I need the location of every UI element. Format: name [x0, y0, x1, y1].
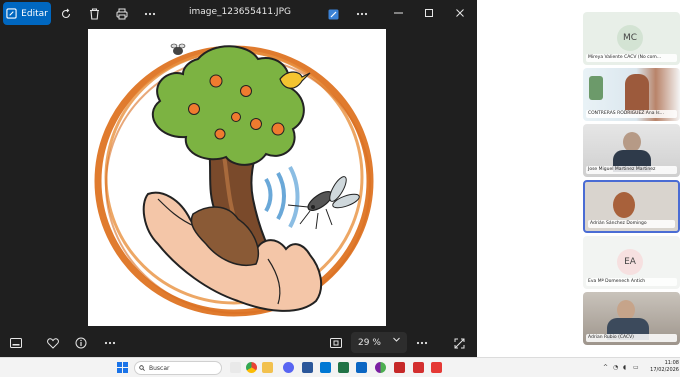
task-view-icon[interactable] [230, 362, 241, 373]
enhance-icon[interactable] [323, 4, 343, 24]
maximize-icon [425, 9, 433, 17]
participant-tile[interactable]: CONTRERAS RODRIGUEZ Ana Is... [583, 68, 680, 121]
close-button[interactable] [449, 3, 471, 23]
participant-name: Adrian Rubio (CACV) [586, 334, 677, 342]
delete-icon[interactable] [84, 4, 104, 24]
more-options-icon-3[interactable] [100, 334, 120, 352]
info-icon[interactable] [71, 334, 91, 352]
file-name: image_123655411.JPG [189, 7, 291, 17]
more-options-icon-4[interactable] [412, 334, 432, 352]
maximize-button[interactable] [418, 3, 440, 23]
speaker-icon[interactable]: ◖ [623, 364, 631, 372]
minimize-button[interactable] [387, 3, 409, 23]
clock-date: 17/02/2026 [650, 367, 679, 373]
participant-tile[interactable]: Adrián Sánchez Domingo [583, 180, 680, 233]
zoom-dropdown[interactable]: 29 % [351, 332, 407, 353]
browser-icon[interactable] [375, 362, 386, 373]
tree-hands-illustration [94, 43, 374, 317]
edit-icon [6, 8, 17, 19]
search-placeholder: Buscar [149, 364, 170, 372]
participant-name: Jose Miguel Martinez Martinez [586, 166, 677, 174]
search-icon [139, 365, 145, 371]
participant-tile[interactable]: Jose Miguel Martinez Martinez [583, 124, 680, 177]
print-icon[interactable] [112, 4, 132, 24]
edit-label: Editar [21, 8, 48, 19]
edit-button[interactable]: Editar [3, 2, 51, 25]
pdf-icon[interactable] [431, 362, 442, 373]
taskbar: Buscar ^ ◔ ◖ ▭ 11:08 17/02/2026 [0, 357, 680, 377]
displayed-image [88, 29, 386, 326]
app-red-icon[interactable] [394, 362, 405, 373]
participant-name: CONTRERAS RODRIGUEZ Ana Is... [586, 110, 677, 118]
acrobat-icon[interactable] [413, 362, 424, 373]
taskbar-search[interactable]: Buscar [134, 361, 222, 375]
participant-tile[interactable]: EA Eva Mª Domenech Antich [583, 236, 680, 289]
avatar: EA [617, 249, 643, 275]
fullscreen-icon[interactable] [449, 334, 469, 352]
photo-viewer-window: Editar image_123655411.JPG 29 % [0, 0, 477, 357]
app-icon[interactable] [356, 362, 367, 373]
wifi-icon[interactable]: ◔ [613, 364, 621, 372]
word-icon[interactable] [302, 362, 313, 373]
minimize-icon [393, 12, 403, 14]
outlook-icon[interactable] [320, 362, 331, 373]
teams-chat-icon[interactable] [283, 362, 294, 373]
chevron-down-icon [393, 337, 400, 342]
more-options-icon-2[interactable] [352, 4, 372, 24]
system-clock[interactable]: 11:08 17/02/2026 [643, 360, 679, 374]
favorite-icon[interactable] [43, 334, 63, 352]
chevron-up-icon[interactable]: ^ [603, 364, 611, 372]
participant-name: Adrián Sánchez Domingo [588, 220, 675, 228]
more-options-icon[interactable] [140, 4, 160, 24]
filmstrip-icon[interactable] [6, 334, 26, 352]
zoom-value: 29 % [358, 337, 381, 348]
fit-to-window-icon[interactable] [326, 334, 346, 352]
viewer-toolbar: Editar image_123655411.JPG [0, 0, 477, 28]
avatar: MC [617, 25, 643, 51]
clock-time: 11:08 [664, 360, 679, 366]
excel-icon[interactable] [338, 362, 349, 373]
chrome-icon[interactable] [246, 362, 257, 373]
participant-tile[interactable]: MC Mireya Valiente CACV (No com... [583, 12, 680, 65]
close-icon [456, 9, 464, 17]
participant-tile[interactable]: Adrian Rubio (CACV) [583, 292, 680, 345]
battery-icon[interactable]: ▭ [633, 364, 641, 372]
viewer-bottom-bar: 29 % [0, 329, 477, 357]
rotate-icon[interactable] [56, 4, 76, 24]
file-explorer-icon[interactable] [262, 362, 273, 373]
participant-name: Eva Mª Domenech Antich [586, 278, 677, 286]
windows-start-icon[interactable] [117, 362, 128, 373]
participant-name: Mireya Valiente CACV (No com... [586, 54, 677, 62]
